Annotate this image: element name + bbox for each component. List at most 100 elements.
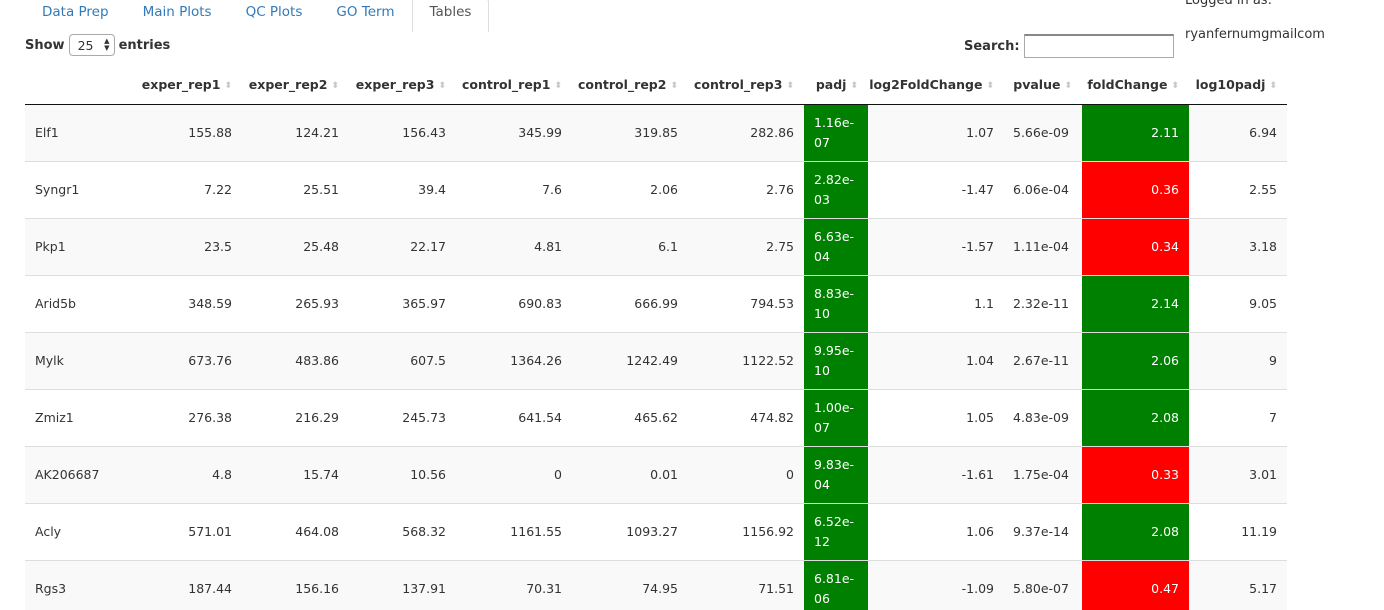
cell-log2foldchange: 1.05 bbox=[868, 388, 1004, 446]
cell-control-rep1: 70.31 bbox=[456, 559, 572, 610]
column-header-label: control_rep2 bbox=[578, 77, 667, 93]
column-header-log2foldchange[interactable]: log2FoldChange ⬍ bbox=[868, 66, 1004, 105]
cell-exper-rep2: 483.86 bbox=[242, 331, 349, 389]
sort-icon: ⬍ bbox=[224, 80, 232, 91]
column-header-control-rep3[interactable]: control_rep3 ⬍ bbox=[688, 66, 804, 105]
cell-exper-rep2: 25.48 bbox=[242, 217, 349, 275]
cell-exper-rep2: 124.21 bbox=[242, 103, 349, 161]
column-header-exper-rep3[interactable]: exper_rep3 ⬍ bbox=[349, 66, 456, 105]
column-header-label: padj bbox=[815, 77, 847, 93]
cell-log2foldchange: 1.07 bbox=[868, 103, 1004, 161]
cell-gene: Pkp1 bbox=[25, 217, 135, 275]
entries-length-control: Show 25 ▲ ▼ entries bbox=[25, 33, 170, 57]
column-header-exper-rep2[interactable]: exper_rep2 ⬍ bbox=[242, 66, 349, 105]
cell-exper-rep1: 7.22 bbox=[135, 160, 242, 218]
cell-exper-rep3: 137.91 bbox=[349, 559, 456, 610]
cell-padj: 9.95e-10 bbox=[804, 331, 868, 389]
table-header-row: exper_rep1 ⬍ exper_rep2 ⬍ exper_rep3 ⬍ control… bbox=[25, 66, 1287, 105]
entries-select[interactable]: 25 ▲ ▼ bbox=[68, 34, 115, 56]
column-header-pvalue[interactable]: pvalue ⬍ bbox=[1004, 66, 1082, 105]
table-row: Syngr1 7.22 25.51 39.4 7.6 2.06 2.76 2.82e-03 -1… bbox=[25, 160, 1287, 218]
sort-icon: ⬍ bbox=[670, 80, 678, 91]
column-header-label: log10padj bbox=[1195, 77, 1266, 93]
entries-label: entries bbox=[118, 37, 171, 53]
cell-log10padj: 9.05 bbox=[1189, 274, 1287, 332]
cell-control-rep1: 345.99 bbox=[456, 103, 572, 161]
login-info: Logged in as: ryanfernumgmailcom bbox=[1185, 0, 1325, 45]
cell-foldchange: 2.08 bbox=[1082, 388, 1189, 446]
cell-log2foldchange: -1.61 bbox=[868, 445, 1004, 503]
table-row: Acly 571.01 464.08 568.32 1161.55 1093.27 1156… bbox=[25, 502, 1287, 560]
cell-exper-rep3: 10.56 bbox=[349, 445, 456, 503]
column-header-label: exper_rep2 bbox=[248, 77, 328, 93]
table-row: Rgs3 187.44 156.16 137.91 70.31 74.95 71.51 6.8… bbox=[25, 559, 1287, 610]
cell-pvalue: 5.80e-07 bbox=[1004, 559, 1082, 610]
cell-exper-rep3: 39.4 bbox=[349, 160, 456, 218]
cell-pvalue: 1.11e-04 bbox=[1004, 217, 1082, 275]
cell-gene: Arid5b bbox=[25, 274, 135, 332]
tab-data-prep[interactable]: Data Prep bbox=[25, 0, 126, 30]
search-input[interactable] bbox=[1023, 34, 1174, 58]
cell-exper-rep3: 365.97 bbox=[349, 274, 456, 332]
table-row: Arid5b 348.59 265.93 365.97 690.83 666.99 794.… bbox=[25, 274, 1287, 332]
cell-log2foldchange: -1.47 bbox=[868, 160, 1004, 218]
login-user: ryanfernumgmailcom bbox=[1185, 27, 1325, 42]
column-header-exper-rep1[interactable]: exper_rep1 ⬍ bbox=[135, 66, 242, 105]
search-label: Search: bbox=[964, 38, 1020, 54]
cell-log10padj: 5.17 bbox=[1189, 559, 1287, 610]
entries-select-value: 25 bbox=[77, 37, 94, 53]
cell-foldchange: 0.47 bbox=[1082, 559, 1189, 610]
tab-bar: Data Prep Main Plots QC Plots GO Term Tables bbox=[25, 0, 490, 33]
cell-log10padj: 7 bbox=[1189, 388, 1287, 446]
tab-main-plots[interactable]: Main Plots bbox=[126, 0, 229, 30]
cell-padj: 6.81e-06 bbox=[804, 559, 868, 610]
cell-exper-rep2: 265.93 bbox=[242, 274, 349, 332]
cell-log10padj: 11.19 bbox=[1189, 502, 1287, 560]
tab-qc-plots[interactable]: QC Plots bbox=[229, 0, 320, 30]
cell-control-rep3: 2.75 bbox=[688, 217, 804, 275]
cell-pvalue: 2.32e-11 bbox=[1004, 274, 1082, 332]
cell-foldchange: 0.34 bbox=[1082, 217, 1189, 275]
cell-control-rep1: 7.6 bbox=[456, 160, 572, 218]
cell-log2foldchange: 1.1 bbox=[868, 274, 1004, 332]
cell-gene: AK206687 bbox=[25, 445, 135, 503]
cell-log10padj: 6.94 bbox=[1189, 103, 1287, 161]
cell-control-rep3: 0 bbox=[688, 445, 804, 503]
sort-icon: ⬍ bbox=[850, 80, 858, 91]
cell-exper-rep1: 155.88 bbox=[135, 103, 242, 161]
cell-control-rep1: 690.83 bbox=[456, 274, 572, 332]
cell-gene: Rgs3 bbox=[25, 559, 135, 610]
cell-exper-rep3: 245.73 bbox=[349, 388, 456, 446]
column-header-control-rep2[interactable]: control_rep2 ⬍ bbox=[572, 66, 688, 105]
cell-log2foldchange: -1.57 bbox=[868, 217, 1004, 275]
cell-control-rep1: 0 bbox=[456, 445, 572, 503]
cell-exper-rep1: 4.8 bbox=[135, 445, 242, 503]
cell-padj: 1.00e-07 bbox=[804, 388, 868, 446]
cell-control-rep3: 794.53 bbox=[688, 274, 804, 332]
show-label: Show bbox=[25, 37, 65, 53]
cell-exper-rep2: 216.29 bbox=[242, 388, 349, 446]
tab-tables[interactable]: Tables bbox=[411, 0, 490, 32]
cell-control-rep2: 319.85 bbox=[572, 103, 688, 161]
column-header-padj[interactable]: padj ⬍ bbox=[804, 66, 868, 105]
cell-foldchange: 0.36 bbox=[1082, 160, 1189, 218]
table-row: Elf1 155.88 124.21 156.43 345.99 319.85 282.86… bbox=[25, 103, 1287, 161]
cell-padj: 9.83e-04 bbox=[804, 445, 868, 503]
cell-control-rep2: 1242.49 bbox=[572, 331, 688, 389]
cell-control-rep2: 74.95 bbox=[572, 559, 688, 610]
login-label: Logged in as: bbox=[1185, 0, 1272, 8]
cell-pvalue: 6.06e-04 bbox=[1004, 160, 1082, 218]
tab-go-term[interactable]: GO Term bbox=[319, 0, 411, 30]
cell-gene: Elf1 bbox=[25, 103, 135, 161]
column-header-gene[interactable] bbox=[25, 66, 135, 105]
column-header-log10padj[interactable]: log10padj ⬍ bbox=[1189, 66, 1287, 105]
cell-padj: 1.16e-07 bbox=[804, 103, 868, 161]
cell-exper-rep1: 276.38 bbox=[135, 388, 242, 446]
column-header-label: foldChange bbox=[1087, 77, 1168, 93]
column-header-foldchange[interactable]: foldChange ⬍ bbox=[1082, 66, 1189, 105]
cell-log2foldchange: 1.06 bbox=[868, 502, 1004, 560]
cell-control-rep1: 4.81 bbox=[456, 217, 572, 275]
cell-pvalue: 5.66e-09 bbox=[1004, 103, 1082, 161]
column-header-control-rep1[interactable]: control_rep1 ⬍ bbox=[456, 66, 572, 105]
cell-log2foldchange: -1.09 bbox=[868, 559, 1004, 610]
